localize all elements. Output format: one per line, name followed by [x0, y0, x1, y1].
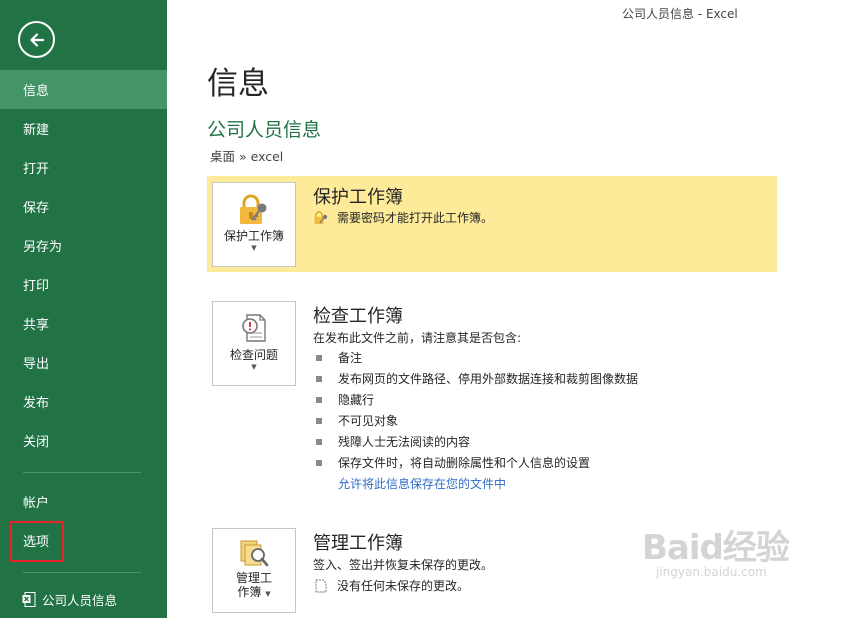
list-item: 隐藏行	[316, 389, 638, 410]
nav-item-open[interactable]: 打开	[0, 148, 167, 187]
list-item-text: 发布网页的文件路径、停用外部数据连接和裁剪图像数据	[338, 372, 639, 386]
recent-file-name: 公司人员信息	[42, 593, 118, 608]
backstage-sidebar: 信息 新建 打开 保存 另存为 打印 共享 导出 发布 关闭 帐户 选项 公司人…	[0, 0, 167, 618]
window-title: 公司人员信息 - Excel	[622, 7, 738, 21]
manage-workbook-tile-label-line2: 作簿	[237, 585, 262, 599]
bullet-icon	[316, 396, 322, 403]
chevron-down-icon: ▼	[251, 363, 257, 371]
protect-workbook-description-row: 需要密码才能打开此工作簿。	[313, 209, 493, 226]
nav-item-save[interactable]: 保存	[0, 187, 167, 226]
page-title: 信息	[207, 66, 269, 102]
list-item-text: 备注	[338, 351, 363, 365]
small-lock-key-icon	[314, 210, 328, 224]
excel-file-icon	[22, 592, 36, 607]
nav-item-info[interactable]: 信息	[0, 70, 167, 109]
chevron-down-icon: ▼	[251, 244, 257, 252]
protect-workbook-description: 需要密码才能打开此工作簿。	[337, 211, 494, 225]
lock-key-icon	[240, 194, 267, 224]
manage-workbook-icon	[240, 540, 269, 567]
bullet-icon	[316, 459, 322, 466]
back-arrow-icon	[29, 32, 44, 47]
protect-workbook-tile-label: 保护工作簿	[223, 229, 284, 243]
list-item-text: 不可见对象	[338, 414, 399, 428]
nav-item-print[interactable]: 打印	[0, 265, 167, 304]
chevron-down-icon: ▼	[265, 590, 271, 598]
protect-workbook-button[interactable]: 保护工作簿 ▼	[212, 182, 296, 267]
list-item: 发布网页的文件路径、停用外部数据连接和裁剪图像数据	[316, 368, 638, 389]
list-item-text: 保存文件时，将自动删除属性和个人信息的设置	[338, 456, 591, 470]
watermark-main: Baid经验	[642, 528, 790, 568]
bullet-icon	[316, 354, 322, 361]
list-item-text: 隐藏行	[338, 393, 375, 407]
nav-divider	[23, 572, 141, 573]
inspect-issues-tile-label: 检查问题	[229, 348, 278, 362]
unsaved-document-icon	[315, 579, 327, 592]
manage-workbook-status-row: 没有任何未保存的更改。	[315, 577, 469, 594]
nav-item-save-as[interactable]: 另存为	[0, 226, 167, 265]
back-button[interactable]	[18, 21, 55, 58]
manage-workbook-intro: 签入、签出并恢复未保存的更改。	[313, 558, 494, 572]
inspect-workbook-intro: 在发布此文件之前，请注意其是否包含:	[313, 331, 522, 345]
nav-item-close[interactable]: 关闭	[0, 421, 167, 460]
bullet-icon	[316, 438, 322, 445]
manage-workbook-tile-label-line1: 管理工	[235, 571, 272, 585]
manage-workbook-status: 没有任何未保存的更改。	[337, 579, 470, 593]
inspect-issues-button[interactable]: 检查问题 ▼	[212, 301, 296, 386]
list-item: 备注	[316, 347, 638, 368]
document-title: 公司人员信息	[207, 119, 322, 141]
manage-workbook-tile-label-line2-row: 作簿 ▼	[237, 585, 270, 601]
bullet-icon	[316, 375, 322, 382]
nav-item-share[interactable]: 共享	[0, 304, 167, 343]
manage-workbook-button[interactable]: 管理工 作簿 ▼	[212, 528, 296, 613]
list-item: 残障人士无法阅读的内容	[316, 431, 638, 452]
options-highlight-box	[10, 521, 64, 562]
recent-file-item[interactable]: 公司人员信息	[22, 590, 117, 609]
watermark: Baid经验 jingyan.baidu.com	[642, 520, 790, 579]
list-item: 保存文件时，将自动删除属性和个人信息的设置	[316, 452, 638, 473]
list-item-text: 残障人士无法阅读的内容	[338, 435, 471, 449]
nav-item-account[interactable]: 帐户	[0, 482, 167, 521]
inspect-bullet-list: 备注 发布网页的文件路径、停用外部数据连接和裁剪图像数据 隐藏行 不可见对象 残…	[316, 347, 638, 473]
list-item: 不可见对象	[316, 410, 638, 431]
document-path: 桌面 » excel	[210, 149, 284, 164]
allow-save-info-link[interactable]: 允许将此信息保存在您的文件中	[338, 475, 506, 492]
nav-item-export[interactable]: 导出	[0, 343, 167, 382]
protect-workbook-heading: 保护工作簿	[313, 187, 403, 208]
bullet-icon	[316, 417, 322, 424]
inspect-document-icon	[242, 314, 266, 342]
nav-item-publish[interactable]: 发布	[0, 382, 167, 421]
nav-divider	[23, 472, 141, 473]
nav-item-new[interactable]: 新建	[0, 109, 167, 148]
inspect-workbook-heading: 检查工作簿	[313, 306, 403, 327]
manage-workbook-heading: 管理工作簿	[313, 533, 403, 554]
